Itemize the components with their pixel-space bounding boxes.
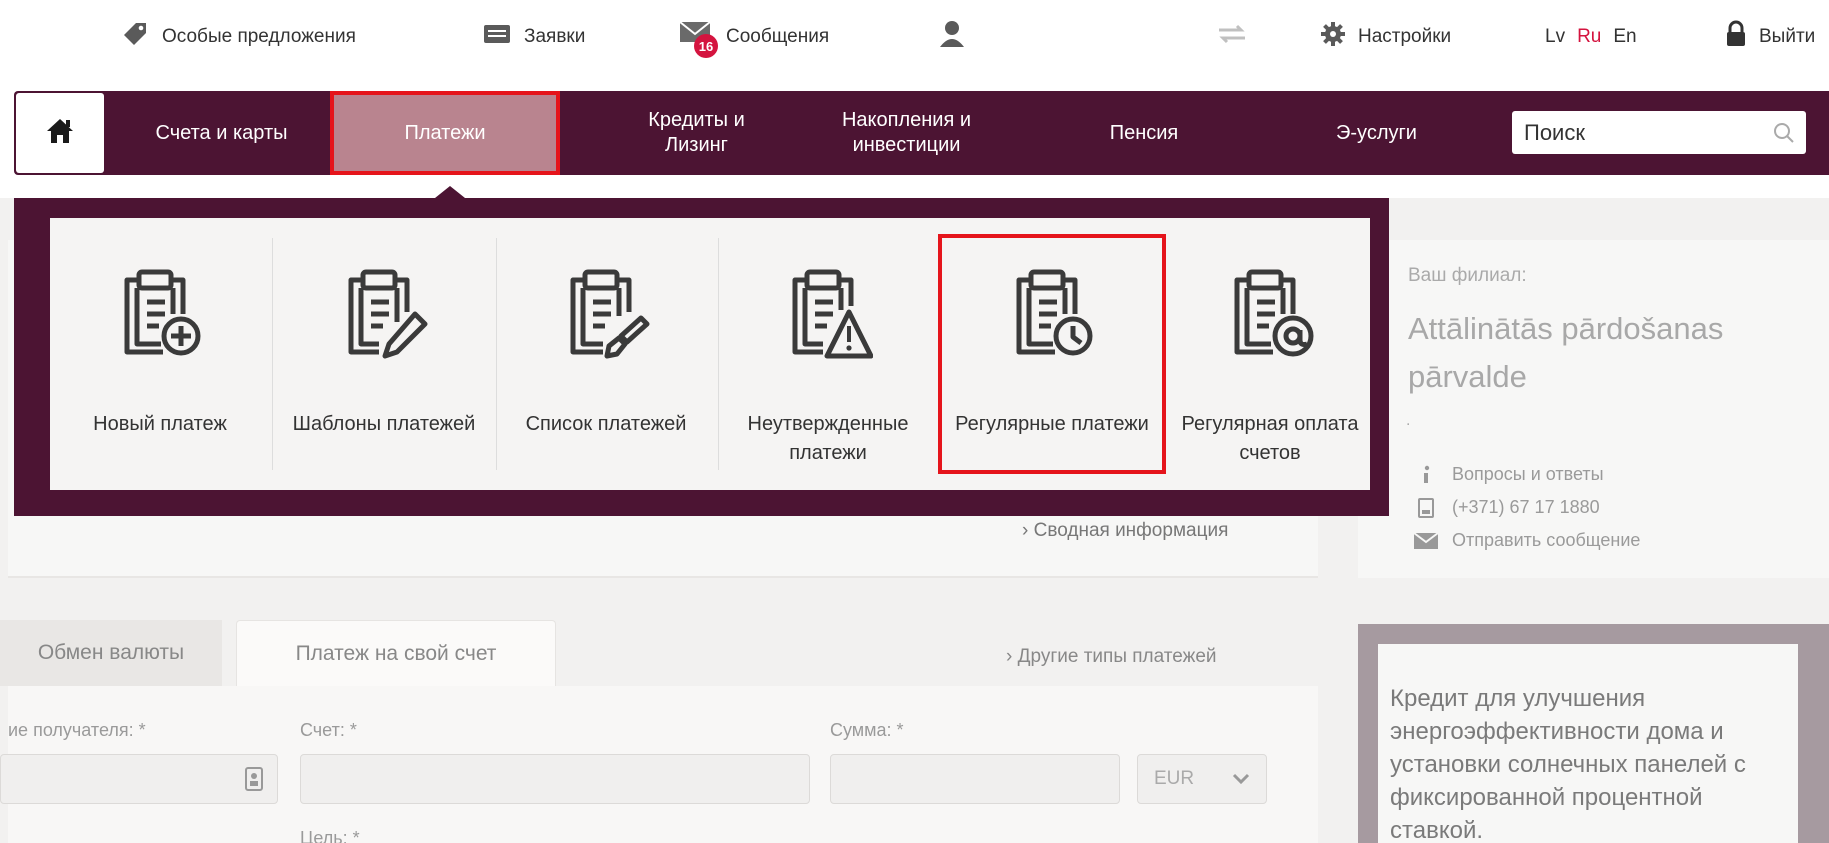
nav-accounts-cards-label: Счета и карты [155,121,288,144]
menu-item-new-payment-label: Новый платеж [93,413,227,435]
promo-text: Кредит для улучшения энергоэффективности… [1390,685,1746,843]
search-placeholder: Поиск [1524,119,1585,145]
faq-label: Вопросы и ответы [1452,464,1604,484]
menu-item-payment-templates[interactable]: Шаблоны платежей [274,238,494,470]
clipboard-at-icon [1234,269,1314,357]
nav-accounts-cards[interactable]: Счета и карты [114,91,329,175]
special-offers-link[interactable]: Особые предложения [120,22,356,52]
clipboard-stamp-icon [570,269,650,359]
menu-item-payment-list[interactable]: Список платежей [496,238,716,470]
purpose-label: Цель: * [300,828,360,843]
tab-own-account-payment[interactable]: Платеж на свой счет [236,620,556,686]
branch-label: Ваш филиал: [1408,265,1527,286]
nav-e-services-label: Э-услуги [1336,121,1417,144]
nav-pension-label: Пенсия [1109,121,1179,144]
account-label: Счет: * [300,720,357,740]
recipient-name-input[interactable] [0,754,278,804]
home-button[interactable] [16,93,104,173]
logout-label: Выйти [1759,26,1816,47]
tab-currency-exchange[interactable]: Обмен валюты [0,620,222,686]
phone-link[interactable]: (+371) 67 17 1880 [1412,497,1600,518]
settings-label: Настройки [1358,26,1452,47]
lang-ru[interactable]: Ru [1577,26,1601,48]
messages-label: Сообщения [726,26,830,47]
nav-payments-label: Платежи [404,121,486,144]
nav-pension[interactable]: Пенсия [1074,91,1214,175]
search-input[interactable]: Поиск [1512,111,1806,154]
branch-name: Attālinātās pārdošanas pārvalde [1408,311,1724,394]
menu-item-new-payment[interactable]: Новый платеж [50,238,270,470]
nav-savings-investments-label: Накопления и инвестиции [841,109,972,156]
faq-link[interactable]: Вопросы и ответы [1412,464,1604,485]
lang-lv[interactable]: Lv [1545,26,1565,48]
nav-e-services[interactable]: Э-услуги [1294,91,1459,175]
menu-item-payment-templates-label: Шаблоны платежей [292,413,476,435]
other-payment-types-link[interactable]: › Другие типы платежей [1006,646,1217,668]
payments-dropdown-panel: Новый платеж Шаблоны платежей Список пла… [50,218,1370,490]
messages-link[interactable]: 16 Сообщения [678,21,830,58]
settings-link[interactable]: Настройки [1320,22,1451,52]
clipboard-pencil-icon [348,269,428,359]
clipboard-clock-icon [1016,269,1093,356]
amount-input[interactable] [830,754,1120,804]
swap-arrows-icon [1215,23,1249,51]
menu-item-unconfirmed-payments[interactable]: Неутвержденные платежи [718,238,938,470]
payments-dropdown: Новый платеж Шаблоны платежей Список пла… [14,198,1389,516]
menu-item-recurring-bill-payment-label: Регулярная оплата счетов [1181,413,1359,464]
profile-link[interactable] [938,19,966,55]
promo-banner[interactable]: Кредит для улучшения энергоэффективности… [1378,644,1798,843]
envelope-icon: 16 [678,16,718,58]
summary-link[interactable]: › Сводная информация [1022,520,1228,542]
currency-select[interactable]: EUR [1137,754,1267,804]
send-message-label: Отправить сообщение [1452,530,1641,550]
language-switcher: Lv Ru En [1545,22,1637,52]
applications-link[interactable]: Заявки [482,22,585,52]
nav-savings-investments[interactable]: Накопления и инвестиции [814,91,999,175]
nav-payments[interactable]: Платежи [330,91,560,175]
tab-own-account-payment-label: Платеж на свой счет [295,641,497,665]
info-icon [1412,465,1440,485]
top-bar: Особые предложения Заявки 16 Сообщения Н… [0,0,1829,90]
tag-icon [120,19,150,55]
special-offers-label: Особые предложения [162,26,356,47]
menu-item-recurring-payments[interactable]: Регулярные платежи [938,234,1166,474]
recipient-label: ие получателя: * [8,720,146,740]
menu-item-recurring-payments-label: Регулярные платежи [955,413,1149,435]
branch-info-panel [1358,240,1829,578]
menu-item-unconfirmed-payments-label: Неутвержденные платежи [747,413,909,464]
menu-item-payment-list-label: Список платежей [525,413,687,435]
currency-value: EUR [1154,768,1195,789]
nav-credits-leasing[interactable]: Кредиты и Лизинг [614,91,779,175]
chevron-down-icon [1230,767,1252,795]
other-payment-types-label: Другие типы платежей [1017,646,1217,667]
send-message-link[interactable]: Отправить сообщение [1412,530,1640,551]
address-book-icon [245,767,263,796]
summary-link-label: Сводная информация [1033,520,1229,541]
clipboard-plus-icon [124,269,201,356]
tab-currency-exchange-label: Обмен валюты [37,641,185,664]
phone-icon [1412,497,1440,518]
main-nav: Счета и карты Платежи Кредиты и Лизинг Н… [14,91,1829,175]
amount-label: Сумма: * [830,720,904,740]
switch-arrows-link[interactable] [1215,22,1249,52]
home-icon [45,117,75,150]
lang-en[interactable]: En [1613,26,1636,48]
messages-badge: 16 [694,34,718,58]
menu-item-recurring-bill-payment[interactable]: Регулярная оплата счетов [1160,238,1380,470]
logout-link[interactable]: Выйти [1725,20,1816,54]
phone-label: (+371) 67 17 1880 [1452,497,1600,517]
clipboard-warning-icon [792,269,873,359]
user-icon [938,19,966,55]
branch-separator: . [1406,412,1411,429]
envelope-icon [1412,531,1440,550]
applications-label: Заявки [524,26,586,47]
search-icon[interactable] [1772,121,1796,151]
lock-icon [1725,20,1747,54]
menu-separator [272,238,273,470]
account-input[interactable] [300,754,810,804]
gear-icon [1320,21,1346,53]
nav-credits-leasing-label: Кредиты и Лизинг [648,109,745,156]
list-icon [482,22,512,52]
